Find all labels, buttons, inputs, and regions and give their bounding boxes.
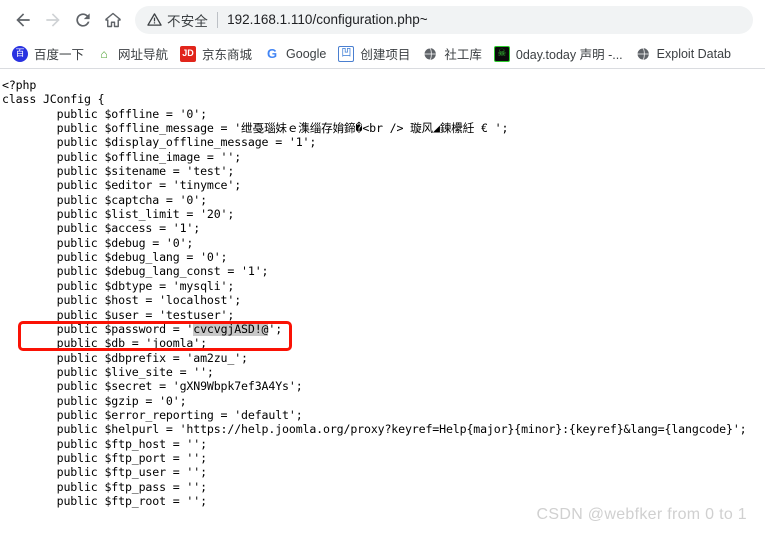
omnibox-divider (217, 11, 219, 28)
reload-button[interactable] (68, 5, 98, 35)
bookmark-label: Google (286, 46, 327, 61)
globe-glyph-icon (424, 47, 437, 60)
browser-toolbar: 不安全 192.168.1.110/configuration.php~ (0, 0, 765, 39)
reload-icon (76, 12, 90, 27)
php-source-code: <?php class JConfig { public $offline = … (2, 78, 747, 508)
security-status-label: 不安全 (167, 13, 209, 29)
google-icon: G (264, 45, 281, 62)
bookmark-google[interactable]: G Google (258, 42, 332, 66)
skull-icon: ☠ (493, 45, 510, 62)
bookmark-label: 社工库 (444, 48, 482, 62)
csdn-watermark: CSDN @webfker from 0 to 1 (536, 506, 747, 523)
bookmark-label: Exploit Datab (656, 46, 732, 61)
bookmark-label: 百度一下 (34, 48, 85, 62)
back-arrow-icon (16, 12, 30, 27)
globe-icon (422, 45, 439, 62)
bookmark-label: 网址导航 (118, 48, 169, 62)
gitee-icon: 凹 (338, 45, 355, 62)
bookmark-label: 0day.today 声明 -... (515, 48, 623, 62)
bookmark-label: 创建项目 (360, 48, 411, 62)
bookmark-0day-today[interactable]: ☠ 0day.today 声明 -... (488, 42, 629, 66)
bookmark-social-db[interactable]: 社工库 (416, 42, 488, 66)
not-secure-warning-icon[interactable] (147, 12, 162, 27)
chrome-divider (0, 68, 765, 69)
forward-button[interactable] (38, 5, 68, 35)
bookmark-label: 京东商城 (202, 48, 253, 62)
hao123-icon: ⌂ (96, 45, 113, 62)
home-button[interactable] (98, 5, 128, 35)
forward-arrow-icon (46, 12, 60, 27)
bookmark-exploit-db[interactable]: Exploit Datab (629, 42, 737, 66)
url-text[interactable]: 192.168.1.110/configuration.php~ (227, 12, 741, 27)
address-bar[interactable]: 不安全 192.168.1.110/configuration.php~ (135, 5, 753, 34)
browser-window: 不安全 192.168.1.110/configuration.php~ 百 百… (0, 0, 765, 536)
back-button[interactable] (8, 5, 38, 35)
selected-password-text[interactable]: cvcvgjASD!@ (193, 321, 269, 336)
globe-glyph-icon (636, 47, 649, 60)
bookmark-hao123[interactable]: ⌂ 网址导航 (90, 42, 174, 66)
browser-chrome: 不安全 192.168.1.110/configuration.php~ 百 百… (0, 0, 765, 70)
globe-icon (634, 45, 651, 62)
bookmark-create-project[interactable]: 凹 创建项目 (332, 42, 416, 66)
bookmark-jd[interactable]: JD 京东商城 (174, 42, 258, 66)
bookmarks-bar: 百 百度一下 ⌂ 网址导航 JD 京东商城 G Google 凹 创建项目 社工… (0, 39, 765, 68)
bookmark-baidu[interactable]: 百 百度一下 (6, 42, 90, 66)
jd-icon: JD (180, 45, 197, 62)
warning-triangle-icon (147, 13, 162, 26)
page-content: <?php class JConfig { public $offline = … (0, 70, 765, 536)
baidu-icon: 百 (12, 45, 28, 62)
home-icon (105, 12, 121, 27)
